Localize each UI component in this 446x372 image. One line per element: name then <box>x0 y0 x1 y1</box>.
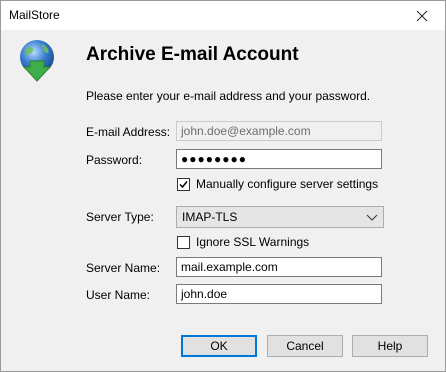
password-label: Password: <box>86 153 143 167</box>
server-type-select[interactable]: IMAP-TLS <box>176 206 384 228</box>
user-name-label: User Name: <box>86 288 151 302</box>
title-bar: MailStore <box>1 1 445 30</box>
server-name-label: Server Name: <box>86 261 161 275</box>
email-field[interactable]: john.doe@example.com <box>176 121 382 141</box>
ignore-ssl-checkbox-row[interactable]: Ignore SSL Warnings <box>177 235 309 249</box>
user-name-field[interactable]: john.doe <box>176 284 382 304</box>
manual-config-checkbox-row[interactable]: Manually configure server settings <box>177 177 378 191</box>
chevron-down-icon <box>366 214 378 221</box>
instruction-text: Please enter your e-mail address and you… <box>86 89 371 103</box>
manual-config-checkbox[interactable] <box>177 177 190 191</box>
cancel-button[interactable]: Cancel <box>267 335 343 357</box>
server-type-label: Server Type: <box>86 210 154 224</box>
globe-download-icon <box>20 40 54 82</box>
help-button[interactable]: Help <box>352 335 428 357</box>
server-name-field[interactable]: mail.example.com <box>176 257 382 277</box>
window-title: MailStore <box>9 8 60 22</box>
close-icon <box>416 10 428 21</box>
ignore-ssl-checkbox[interactable] <box>177 235 190 249</box>
email-label: E-mail Address: <box>86 125 171 139</box>
manual-config-label: Manually configure server settings <box>196 177 379 191</box>
close-button[interactable] <box>399 1 445 30</box>
checkmark-icon <box>179 180 188 188</box>
ignore-ssl-label: Ignore SSL Warnings <box>196 235 310 249</box>
dialog-heading: Archive E-mail Account <box>86 44 299 65</box>
password-field[interactable]: ●●●●●●●● <box>176 149 382 169</box>
ok-button[interactable]: OK <box>181 335 257 357</box>
server-type-value: IMAP-TLS <box>182 210 238 224</box>
